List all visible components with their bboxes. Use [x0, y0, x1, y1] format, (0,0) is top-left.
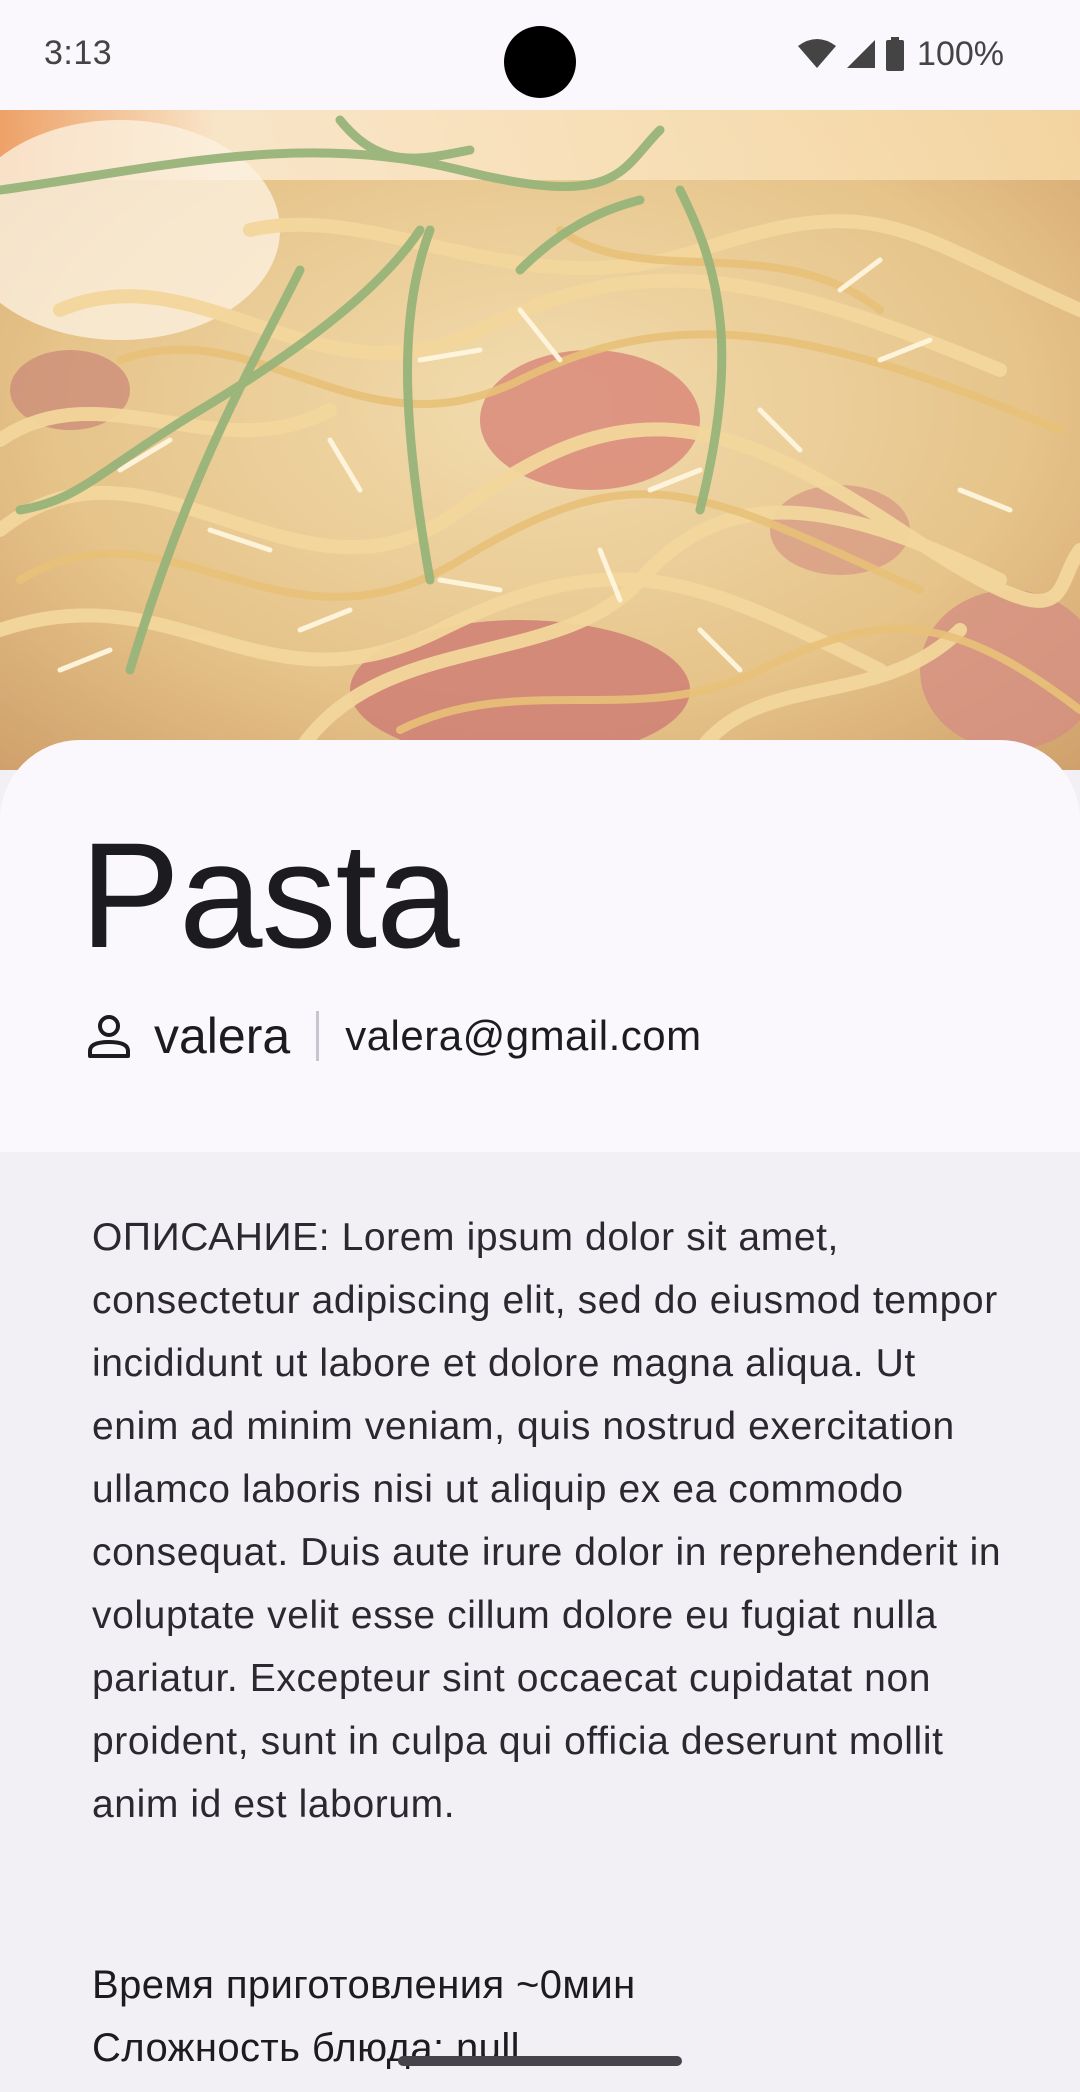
camera-cutout [504, 26, 576, 98]
author-name: valera [154, 1008, 291, 1064]
status-icons: 100% [797, 34, 1004, 74]
gesture-navigation-bar[interactable] [398, 2056, 682, 2066]
battery-icon [886, 37, 905, 71]
recipe-header-card: Pasta valera valera@gmail.com [0, 740, 1080, 1152]
recipe-title: Pasta [80, 811, 460, 979]
dish-type: Тип блюда: QUICK [92, 2080, 1012, 2092]
pasta-carbonara-photo [0, 110, 1080, 770]
battery-percent: 100% [917, 34, 1004, 73]
author-email: valera@gmail.com [345, 1012, 702, 1059]
cooking-time: Время приготовления ~0мин [92, 1963, 636, 2007]
person-icon [88, 1015, 130, 1058]
recipe-meta: Время приготовления ~0мин Сложность блюд… [92, 1954, 1012, 2092]
wifi-icon [798, 39, 837, 68]
cellular-signal-icon [847, 40, 876, 68]
recipe-body: ОПИСАНИЕ: Lorem ipsum dolor sit amet, co… [0, 1152, 1080, 2092]
difficulty: Сложность блюда: null [92, 2026, 520, 2070]
hero-image [0, 110, 1080, 770]
status-time: 3:13 [44, 34, 113, 72]
author-divider [316, 1011, 320, 1061]
status-bar: 3:13 100% [0, 0, 1080, 110]
recipe-detail-screen: 3:13 100% Pasta valera valera@gmail.com … [0, 0, 1080, 2092]
recipe-description: ОПИСАНИЕ: Lorem ipsum dolor sit amet, co… [92, 1216, 1002, 1826]
author-row: valera valera@gmail.com [86, 1006, 702, 1066]
